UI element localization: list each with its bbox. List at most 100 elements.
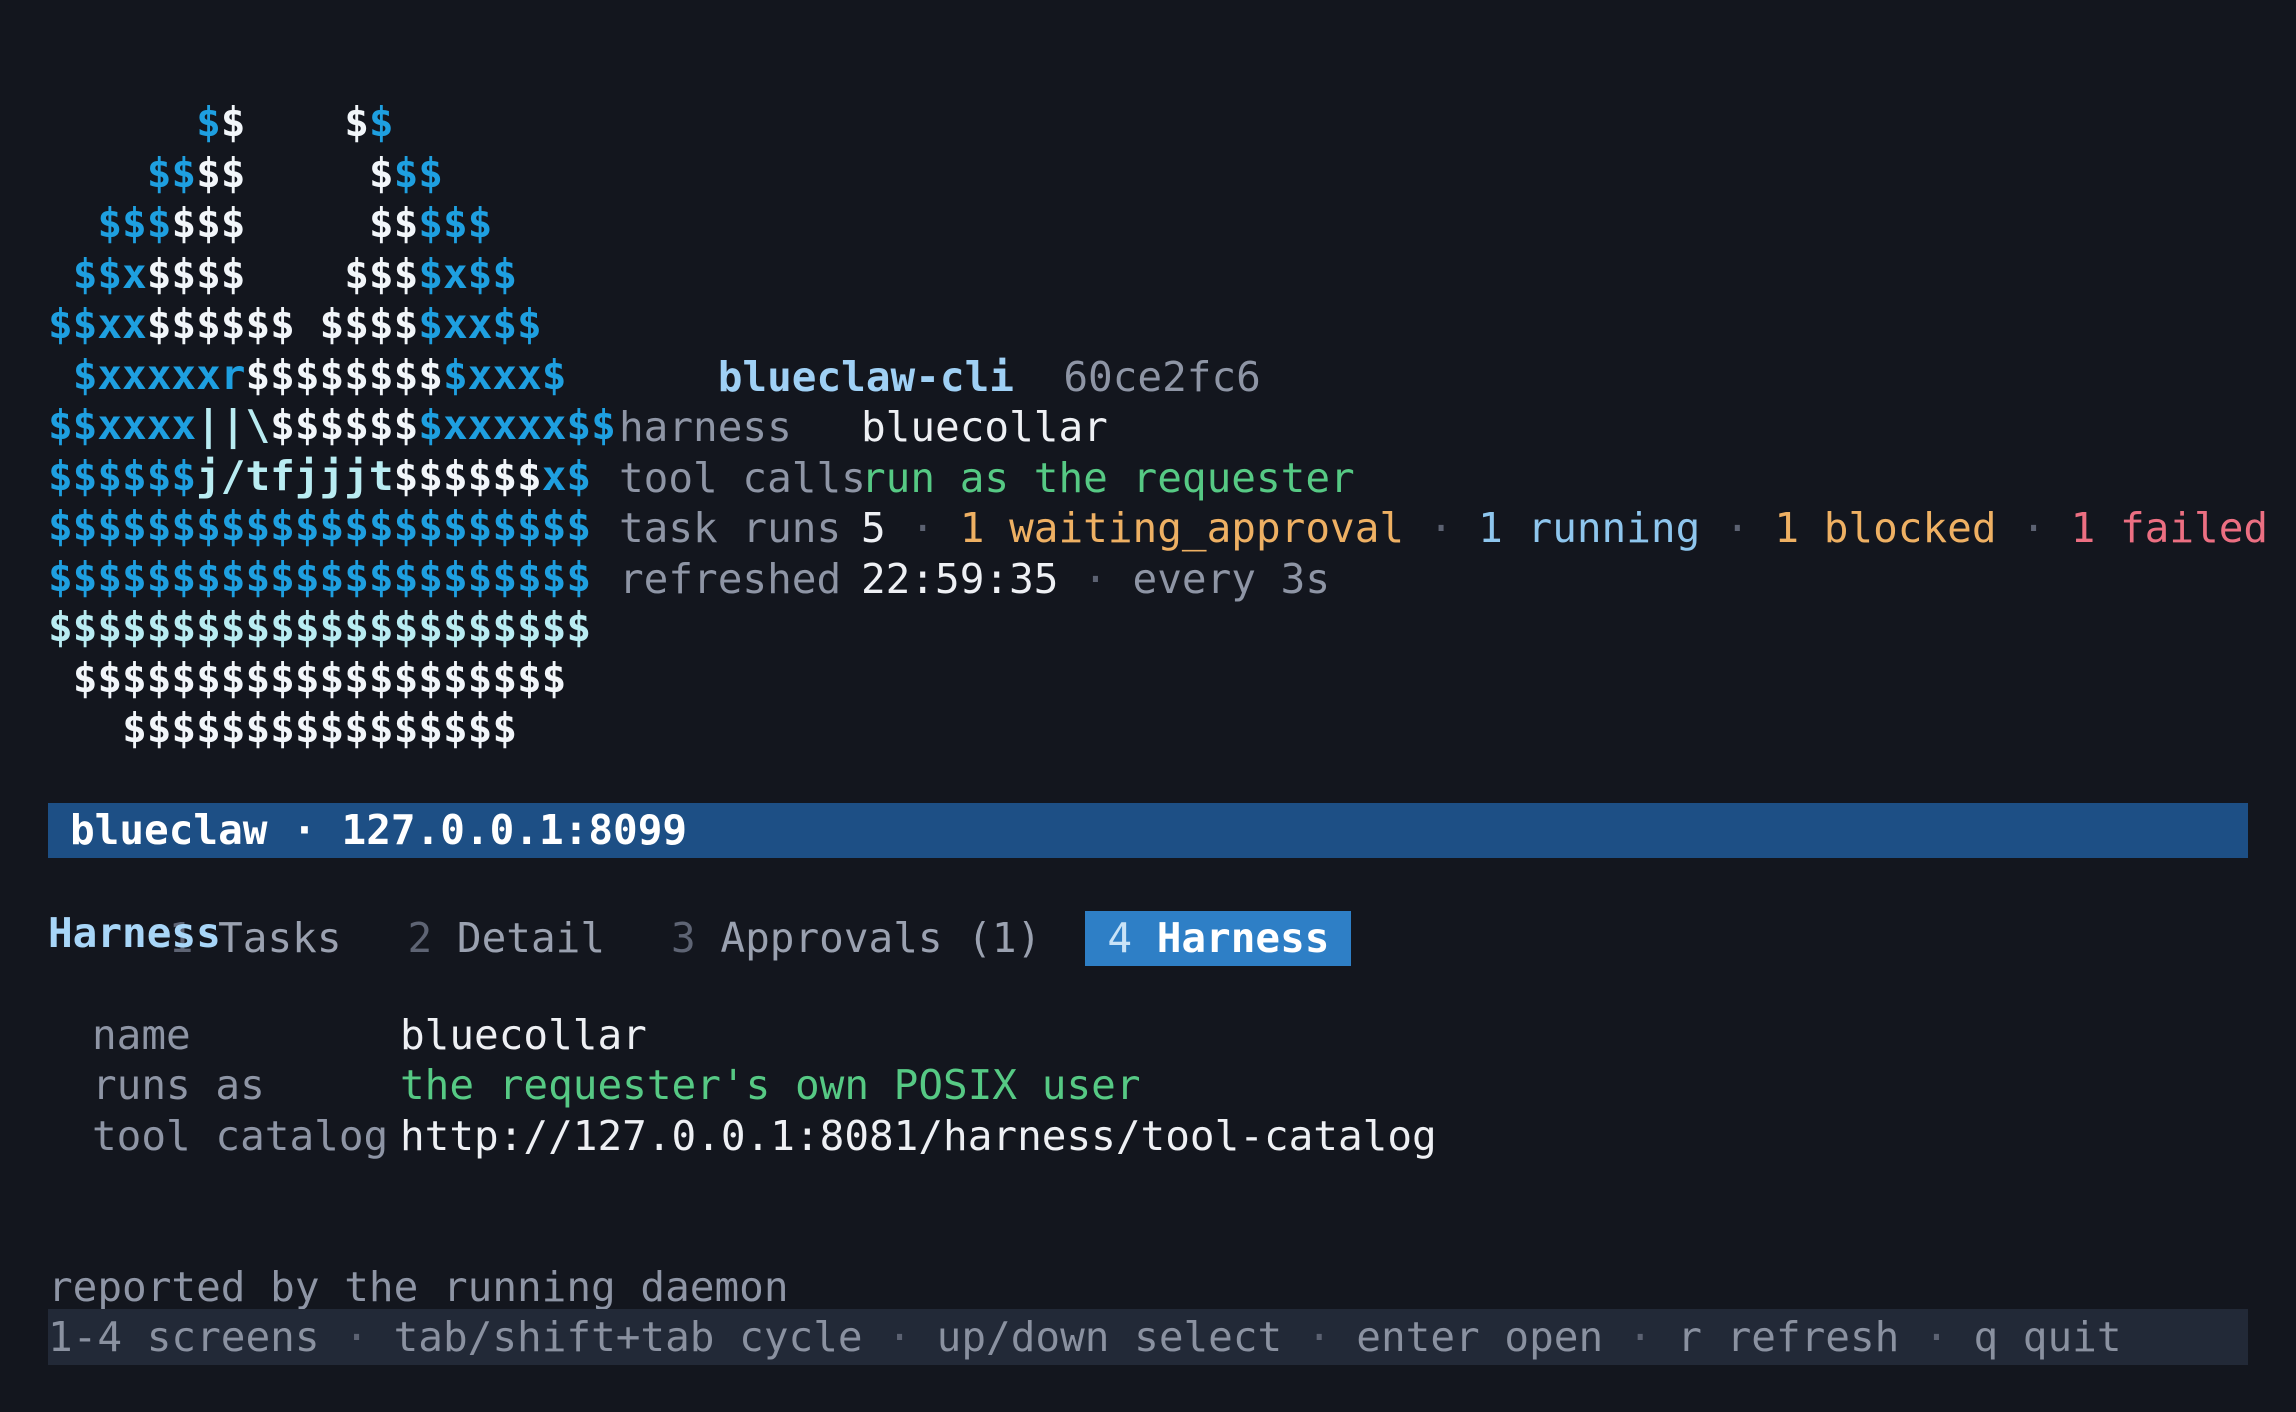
tool-calls-label: tool calls <box>619 454 866 502</box>
help-cycle: tab/shift+tab cycle <box>393 1313 863 1361</box>
logo-segment: $$$$$$$$$$$$$$$$$$$$$$ <box>48 603 592 651</box>
logo-segment <box>246 149 369 197</box>
harness-row: harness bluecollar <box>619 402 1108 453</box>
logo-segment: $$ <box>146 148 197 197</box>
keybinding-helpbar: 1-4 screens · tab/shift+tab cycle · up/d… <box>48 1309 2248 1365</box>
logo-segment: ||\ <box>196 401 271 449</box>
task-runs-running: 1 running <box>1478 504 1701 552</box>
refresh-interval: every 3s <box>1132 555 1331 603</box>
task-runs-failed: 1 failed <box>2070 504 2269 552</box>
logo-segment <box>48 654 73 702</box>
logo-segment: $$$$ <box>319 300 419 348</box>
help-screens: 1-4 screens <box>48 1313 320 1361</box>
logo-segment: $ <box>368 98 394 146</box>
harness-name-row: name bluecollar <box>92 1010 647 1061</box>
app-name: blueclaw-cli <box>717 353 1014 401</box>
logo-segment <box>245 98 344 146</box>
logo-segment <box>48 98 196 146</box>
app-version: 60ce2fc6 <box>1063 353 1261 401</box>
logo-segment: $$$$$$$$$$$$$$$$$$$$ <box>72 653 567 702</box>
help-open: enter open <box>1356 1313 1604 1361</box>
logo-segment: $ <box>368 148 394 197</box>
logo-segment <box>48 250 73 298</box>
logo-segment: $xx$$ <box>418 300 542 348</box>
tab-label: Tasks <box>218 914 342 962</box>
logo-segment: $$xxxx <box>48 401 197 449</box>
connection-info: blueclaw · 127.0.0.1:8099 <box>70 806 688 854</box>
logo-segment: $ <box>344 98 369 146</box>
logo-segment: $ <box>220 98 246 146</box>
tab-label: Detail <box>456 914 606 962</box>
separator: · <box>1627 1313 1653 1361</box>
logo-segment: $$$$$$ <box>146 300 295 348</box>
logo-segment <box>295 300 320 348</box>
logo-line: $$$$$$$$$$$$$$$$$$$$$$ <box>48 552 591 603</box>
task-runs-row: task runs 5 · 1 waiting_approval · 1 runn… <box>619 503 2268 554</box>
separator: · <box>344 1313 369 1361</box>
logo-segment: $xxxxx$$ <box>418 401 616 449</box>
logo-segment: $$$ <box>97 199 172 247</box>
logo-segment: $$xx <box>48 300 147 348</box>
logo-segment: $ <box>196 98 221 146</box>
help-quit: q quit <box>1973 1313 2122 1361</box>
logo-segment <box>48 351 73 399</box>
app-header: blueclaw-cli 60ce2fc6 <box>619 301 1261 401</box>
help-select: up/down select <box>936 1313 1283 1361</box>
logo-segment: $x$$ <box>418 249 518 298</box>
logo-line: $$xxxx||\$$$$$$$xxxxx$$ <box>48 400 616 451</box>
separator: · <box>1306 1313 1332 1361</box>
logo-line: $$x$$$$ $$$$x$$ <box>48 249 517 300</box>
logo-segment: $xxxxxr <box>72 350 246 399</box>
harness-label: harness <box>619 403 792 451</box>
task-runs-total: 5 <box>861 504 886 552</box>
logo-segment <box>48 704 122 752</box>
help-refresh: r refresh <box>1677 1313 1900 1361</box>
tab-number: 3 <box>671 914 696 962</box>
logo-segment: x$ <box>541 451 592 500</box>
section-title: Harness <box>48 909 221 957</box>
separator: · <box>1428 504 1454 552</box>
logo-segment: $xxx$ <box>442 350 567 399</box>
tab-harness[interactable]: 4 Harness <box>1085 911 1352 966</box>
terminal-screen: $$ $$ $$$$ $$$ $$$$$$ $$$$$ $$x$$$$ $$$$… <box>0 0 2296 1412</box>
logo-segment: $$$$$$ <box>48 451 197 500</box>
separator: · <box>1083 555 1108 603</box>
logo-segment: $$$ <box>171 199 246 247</box>
name-value: bluecollar <box>400 1011 647 1059</box>
logo-line: $$$$$$j/tfjjjt$$$$$$x$ <box>48 451 591 502</box>
logo-line: $$$$$$$$$$$$$$$$$$$$$$ <box>48 501 591 552</box>
screen-tabs: 1 Tasks 2 Detail 3 Approvals (1) 4 Harness <box>48 856 1373 966</box>
tab-label: Approvals (1) <box>720 914 1042 962</box>
tab-number: 4 <box>1107 914 1132 962</box>
footer-note: reported by the running daemon <box>48 1263 789 1311</box>
logo-line: $$$$$$$$$$$$$$$$ <box>48 703 517 754</box>
logo-segment: $$ <box>368 199 419 247</box>
separator: · <box>1725 504 1750 552</box>
logo-line: $$$$$$$$$$$$$$$$$$$$ <box>48 653 567 704</box>
logo-segment: $$$$$$ <box>270 401 419 449</box>
task-runs-label: task runs <box>619 504 842 552</box>
tab-label: Harness <box>1156 914 1330 962</box>
logo-line: $xxxxxr$$$$$$$$$xxx$ <box>48 350 567 401</box>
harness-value: bluecollar <box>861 403 1108 451</box>
logo-segment: $$$$$$$$$$$$$$$$ <box>122 704 518 752</box>
logo-segment: $$ <box>196 148 246 197</box>
separator: · <box>1924 1313 1949 1361</box>
logo-line: $$xx$$$$$$ $$$$$xx$$ <box>48 299 542 350</box>
logo-segment: $$$ <box>344 249 419 298</box>
logo-segment <box>48 149 147 197</box>
runs-as-value: the requester's own POSIX user <box>400 1061 1141 1109</box>
logo-line: $$ $$ <box>48 97 394 148</box>
logo-segment: $$$$$$$$$$$$$$$$$$$$$$ <box>48 502 592 550</box>
tab-number: 2 <box>407 914 433 962</box>
refreshed-label: refreshed <box>619 555 842 603</box>
harness-runs-as-row: runs as the requester's own POSIX user <box>92 1060 1141 1111</box>
tool-catalog-link[interactable]: http://127.0.0.1:8081/harness/tool-catal… <box>400 1112 1437 1160</box>
tab-detail[interactable]: 2 Detail <box>386 911 627 966</box>
tool-calls-value: run as the requester <box>861 454 1355 502</box>
refreshed-row: refreshed 22:59:35 · every 3s <box>619 554 1330 605</box>
logo-segment: j/tfjjjt <box>196 451 394 500</box>
tab-approvals[interactable]: 3 Approvals (1) <box>649 911 1063 966</box>
task-runs-blocked: 1 blocked <box>1774 504 1997 552</box>
name-label: name <box>92 1011 191 1059</box>
